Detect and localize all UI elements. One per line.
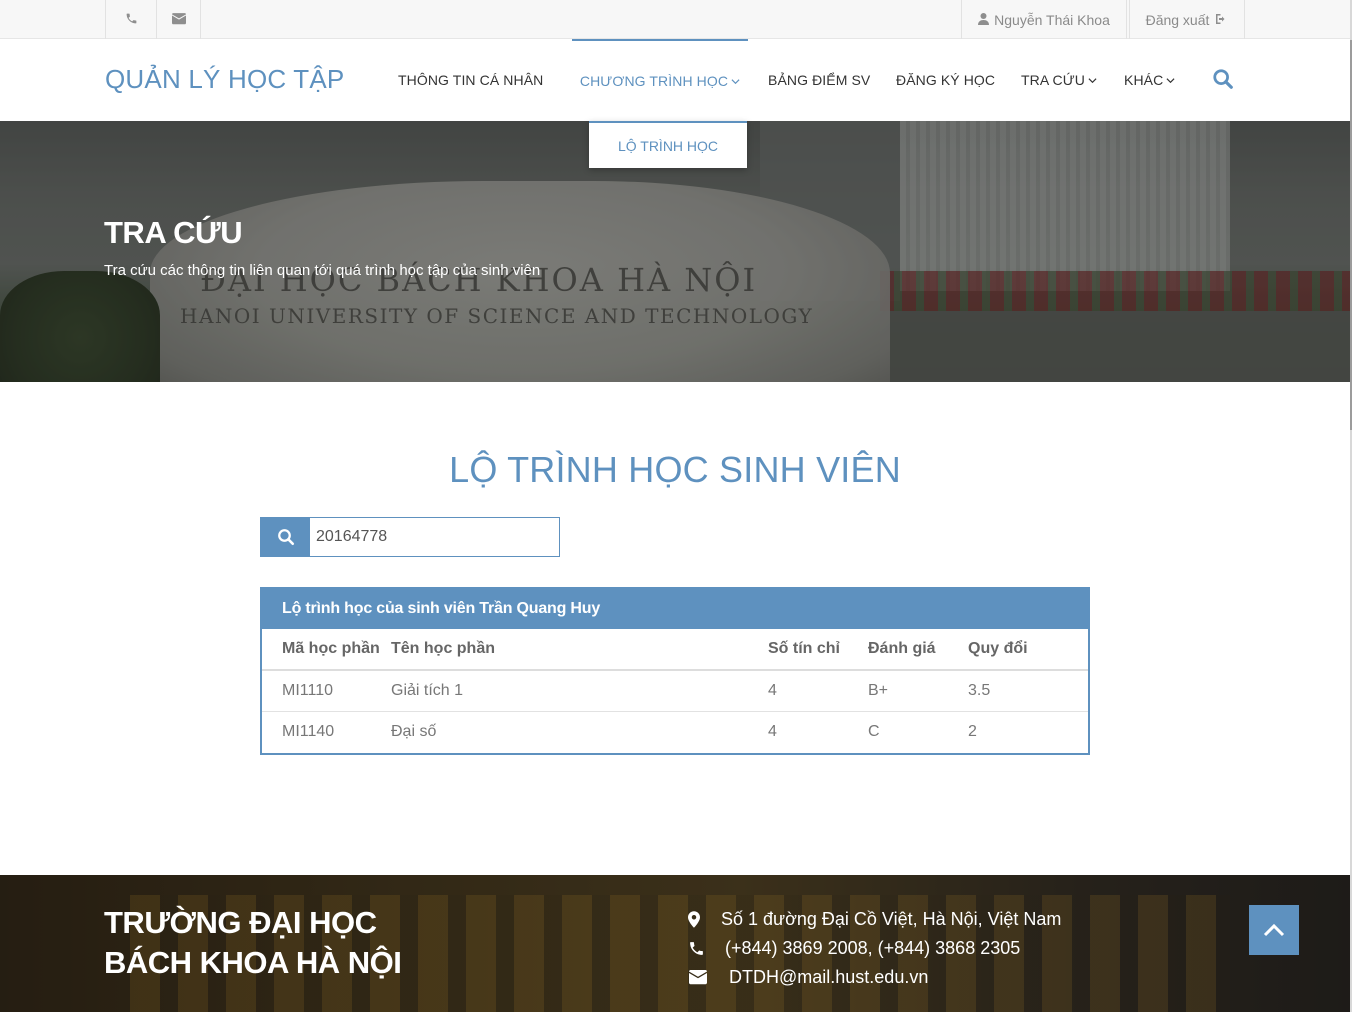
chevron-down-icon — [1166, 77, 1175, 83]
back-to-top-button[interactable] — [1249, 905, 1299, 955]
column-header: Quy đổi — [968, 629, 1088, 671]
table-cell: Đại số — [391, 722, 437, 740]
table-header-row: Mã học phần Tên học phần Số tín chỉ Đánh… — [262, 629, 1088, 671]
study-path-table: Mã học phần Tên học phần Số tín chỉ Đánh… — [262, 629, 1088, 752]
table-row: MI1140 Đại số 4 C 2 — [262, 711, 1088, 752]
search-icon — [277, 529, 294, 546]
student-id-input[interactable] — [310, 518, 559, 556]
footer-phone: (+844) 3869 2008, (+844) 3868 2305 — [688, 936, 1020, 960]
footer-title-line: TRƯỜNG ĐẠI HỌC — [104, 905, 377, 940]
footer-university-name: TRƯỜNG ĐẠI HỌC BÁCH KHOA HÀ NỘI — [104, 903, 402, 983]
table-cell: B+ — [868, 670, 968, 712]
panel-title: Lộ trình học của sinh viên Trần Quang Hu… — [262, 589, 1088, 629]
table-cell: 4 — [768, 722, 777, 740]
student-search — [260, 517, 560, 557]
logout-label: Đăng xuất — [1145, 11, 1210, 28]
table-cell: MI1140 — [282, 722, 335, 740]
table-cell: C — [868, 722, 880, 740]
main-navbar: QUẢN LÝ HỌC TẬP THÔNG TIN CÁ NHÂN CHƯƠNG… — [0, 39, 1352, 121]
phone-icon — [690, 941, 703, 955]
nav-label: CHƯƠNG TRÌNH HỌC — [579, 73, 729, 89]
user-name: Nguyễn Thái Khoa — [994, 11, 1110, 28]
brand-logo[interactable]: QUẢN LÝ HỌC TẬP — [105, 64, 344, 95]
phone-link[interactable] — [105, 0, 156, 39]
table-cell: 4 — [768, 670, 868, 712]
nav-curriculum[interactable]: CHƯƠNG TRÌNH HỌC — [572, 39, 748, 121]
hero-subtitle: Tra cứu các thông tin liên quan tới quá … — [104, 262, 541, 279]
map-marker-icon — [688, 910, 700, 928]
table-cell: 3.5 — [968, 670, 1088, 712]
sign-out-icon — [1215, 12, 1228, 28]
column-header: Mã học phần — [262, 629, 391, 671]
phone-icon — [125, 12, 138, 28]
nav-other[interactable]: KHÁC — [1124, 39, 1175, 121]
table-cell: MI1110 — [262, 670, 391, 712]
nav-registration[interactable]: ĐĂNG KÝ HỌC — [896, 39, 995, 121]
column-header: Số tín chỉ — [768, 629, 868, 671]
search-icon[interactable] — [1212, 68, 1234, 90]
footer-title-line: BÁCH KHOA HÀ NỘI — [104, 945, 402, 980]
address-text: Số 1 đường Đại Cồ Việt, Hà Nội, Việt Nam — [721, 908, 1062, 929]
nav-label: THÔNG TIN CÁ NHÂN — [398, 72, 544, 88]
study-path-panel: Lộ trình học của sinh viên Trần Quang Hu… — [260, 587, 1090, 755]
user-menu[interactable]: Nguyễn Thái Khoa — [961, 0, 1127, 39]
email-text[interactable]: DTDH@mail.hust.edu.vn — [729, 967, 928, 988]
nav-label: TRA CỨU — [1021, 72, 1085, 88]
page-title: LỘ TRÌNH HỌC SINH VIÊN — [449, 449, 901, 490]
nav-label: BẢNG ĐIỂM SV — [768, 72, 871, 88]
nav-label: KHÁC — [1124, 72, 1164, 88]
chevron-down-icon — [731, 78, 740, 84]
phone-text: (+844) 3869 2008, (+844) 3868 2305 — [725, 937, 1021, 958]
column-header: Đánh giá — [868, 629, 968, 671]
envelope-icon — [171, 12, 186, 28]
table-row: MI1110 Giải tích 1 4 B+ 3.5 — [262, 670, 1088, 712]
top-bar: Nguyễn Thái Khoa Đăng xuất — [0, 0, 1352, 39]
logout-button[interactable]: Đăng xuất — [1129, 0, 1245, 39]
table-cell: Giải tích 1 — [391, 670, 768, 712]
footer-address: Số 1 đường Đại Cồ Việt, Hà Nội, Việt Nam — [688, 907, 1061, 931]
nav-transcript[interactable]: BẢNG ĐIỂM SV — [768, 39, 870, 121]
dropdown-item-study-path[interactable]: LỘ TRÌNH HỌC — [618, 138, 718, 154]
table-cell: 2 — [968, 722, 977, 740]
curriculum-dropdown: LỘ TRÌNH HỌC — [589, 121, 747, 168]
nav-personal-info[interactable]: THÔNG TIN CÁ NHÂN — [398, 39, 543, 121]
mail-link[interactable] — [156, 0, 201, 39]
chevron-up-icon — [1263, 923, 1285, 937]
footer: TRƯỜNG ĐẠI HỌC BÁCH KHOA HÀ NỘI Số 1 đườ… — [0, 875, 1350, 1012]
chevron-down-icon — [1088, 77, 1097, 83]
search-button[interactable] — [261, 518, 310, 556]
column-header: Tên học phần — [391, 629, 768, 671]
nav-label: ĐĂNG KÝ HỌC — [896, 72, 996, 88]
nav-lookup[interactable]: TRA CỨU — [1021, 39, 1097, 121]
footer-email: DTDH@mail.hust.edu.vn — [688, 965, 928, 989]
user-icon — [978, 12, 990, 28]
envelope-icon — [689, 969, 707, 984]
hero-title: TRA CỨU — [104, 215, 243, 250]
